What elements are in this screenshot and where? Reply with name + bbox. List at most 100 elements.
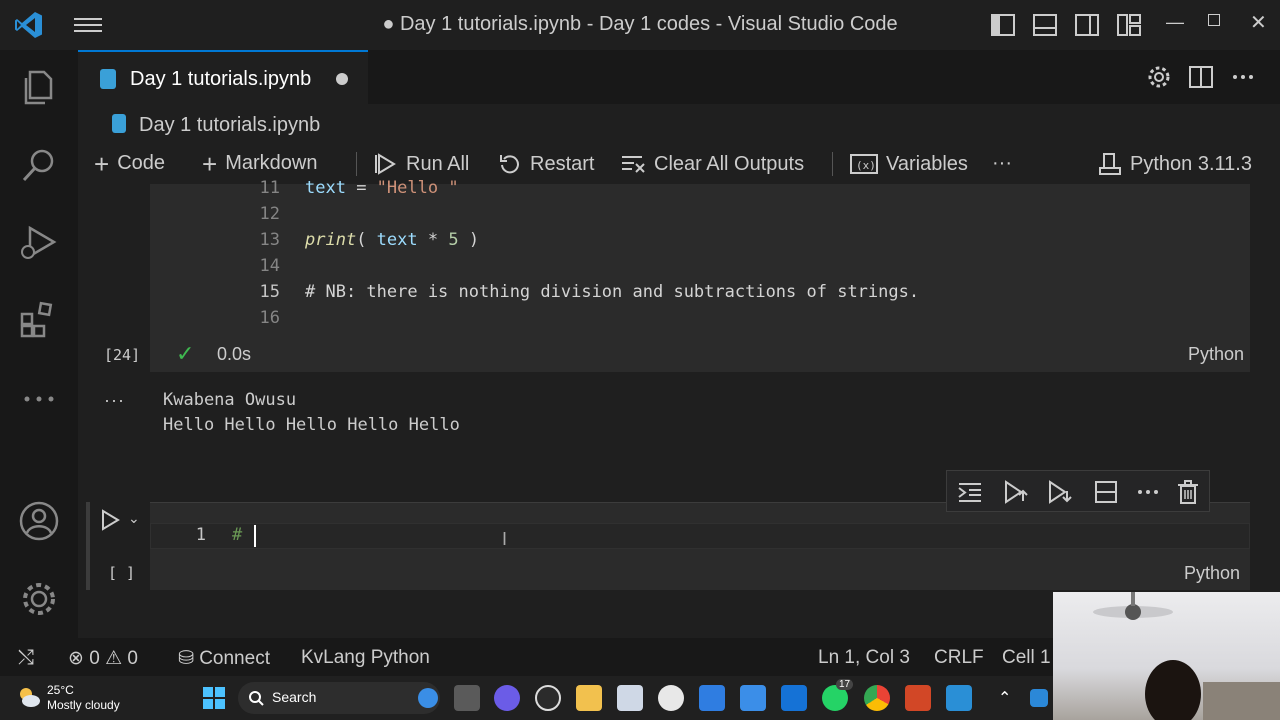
code-line[interactable]: print( text * 5 ) bbox=[305, 230, 479, 250]
restart-icon bbox=[500, 155, 519, 174]
svg-text:(x): (x) bbox=[856, 159, 876, 172]
show-hidden-icons-chevron[interactable]: ⌃ bbox=[998, 688, 1011, 708]
file-explorer-icon[interactable] bbox=[576, 685, 602, 711]
execute-above-icon[interactable] bbox=[957, 479, 983, 505]
chrome-icon[interactable] bbox=[864, 685, 890, 711]
unsaved-dot-icon[interactable] bbox=[336, 73, 348, 85]
execution-duration: 0.0s bbox=[217, 344, 252, 364]
clear-all-icon bbox=[622, 156, 645, 173]
line-number: 13 bbox=[259, 230, 280, 250]
toggle-secondary-sidebar-icon[interactable] bbox=[1074, 12, 1100, 38]
breadcrumb-item[interactable]: Day 1 tutorials.ipynb bbox=[139, 114, 320, 137]
line-number: 16 bbox=[259, 308, 280, 328]
current-line-highlight bbox=[150, 523, 1250, 549]
line-number: 1 bbox=[195, 525, 206, 545]
kernel-picker[interactable]: Python 3.11.3 bbox=[1098, 152, 1252, 176]
calendar-icon[interactable] bbox=[740, 685, 766, 711]
cell-language-picker[interactable]: Python bbox=[1188, 344, 1244, 365]
close-window-button[interactable]: ✕ bbox=[1250, 10, 1267, 35]
output-actions-button[interactable]: ··· bbox=[104, 390, 125, 411]
code-cell[interactable]: 11 text = "Hello " 12 13 print( text * 5… bbox=[150, 178, 1250, 372]
run-and-debug-icon[interactable] bbox=[18, 222, 60, 264]
notebook-file-icon bbox=[112, 114, 126, 133]
code-cell-active[interactable]: 1 # I Python bbox=[150, 502, 1250, 590]
problems-indicator[interactable]: ⊗ 0 ⚠ 0 bbox=[68, 647, 138, 670]
webcam-overlay bbox=[1053, 592, 1280, 720]
weather-temperature: 25°C bbox=[47, 683, 74, 697]
windows-start-icon[interactable] bbox=[202, 686, 226, 710]
code-line[interactable]: text = "Hello " bbox=[305, 178, 459, 198]
calculator-icon[interactable] bbox=[617, 685, 643, 711]
notebook-editor: 11 text = "Hello " 12 13 print( text * 5… bbox=[78, 178, 1280, 638]
settings-gear-icon[interactable] bbox=[1146, 64, 1172, 90]
run-all-button[interactable]: Run All bbox=[374, 152, 469, 176]
error-icon: ⊗ bbox=[68, 648, 84, 669]
toolbar-divider bbox=[832, 152, 833, 176]
breadcrumb: Day 1 tutorials.ipynb bbox=[78, 104, 1280, 144]
title-bar: ● Day 1 tutorials.ipynb - Day 1 codes - … bbox=[0, 0, 1280, 50]
teams-icon[interactable] bbox=[494, 685, 520, 711]
variables-button[interactable]: (x) Variables bbox=[850, 152, 968, 176]
end-of-line[interactable]: CRLF bbox=[934, 647, 984, 669]
defender-shield-icon[interactable] bbox=[1030, 689, 1048, 707]
add-code-cell-button[interactable]: + Code bbox=[94, 148, 165, 179]
bing-icon bbox=[418, 688, 438, 708]
notebook-file-icon bbox=[100, 69, 116, 89]
run-all-icon bbox=[375, 153, 396, 175]
execution-count: [24] bbox=[104, 346, 141, 364]
remote-indicator-icon[interactable]: ⤭ bbox=[18, 647, 34, 670]
execute-cell-and-below-icon[interactable] bbox=[1047, 479, 1073, 505]
more-notebook-actions-button[interactable]: ··· bbox=[992, 152, 1012, 175]
run-cell-icon[interactable] bbox=[98, 508, 122, 532]
split-editor-icon[interactable] bbox=[1188, 64, 1214, 90]
todo-icon[interactable] bbox=[699, 685, 725, 711]
search-icon[interactable] bbox=[18, 144, 60, 186]
task-view-icon[interactable] bbox=[454, 685, 480, 711]
maximize-button[interactable] bbox=[1208, 14, 1220, 26]
outlook-icon[interactable] bbox=[781, 685, 807, 711]
restart-kernel-button[interactable]: Restart bbox=[498, 152, 594, 176]
output-line: Hello Hello Hello Hello Hello bbox=[163, 415, 460, 435]
accounts-icon[interactable] bbox=[18, 500, 60, 542]
toggle-panel-icon[interactable] bbox=[1032, 12, 1058, 38]
code-line[interactable]: # bbox=[232, 525, 242, 545]
add-markdown-cell-button[interactable]: + Markdown bbox=[202, 148, 317, 179]
extensions-icon[interactable] bbox=[18, 300, 60, 342]
customize-layout-icon[interactable] bbox=[1116, 12, 1142, 38]
cursor-position[interactable]: Ln 1, Col 3 bbox=[818, 647, 910, 669]
explorer-icon[interactable] bbox=[18, 66, 60, 108]
powerpoint-icon[interactable] bbox=[905, 685, 931, 711]
weather-cloud-icon[interactable] bbox=[16, 684, 42, 710]
delete-cell-icon[interactable] bbox=[1175, 479, 1201, 505]
weather-description: Mostly cloudy bbox=[47, 698, 120, 712]
more-views-icon[interactable] bbox=[18, 378, 60, 420]
more-cell-actions-icon[interactable] bbox=[1135, 479, 1161, 505]
split-cell-icon[interactable] bbox=[1093, 479, 1119, 505]
more-actions-icon[interactable] bbox=[1230, 64, 1256, 90]
manage-gear-icon[interactable] bbox=[18, 578, 60, 620]
activity-bar bbox=[0, 50, 78, 638]
webcam-presenter-image bbox=[1053, 592, 1280, 720]
connect-button[interactable]: ⛁ Connect bbox=[178, 647, 270, 670]
toggle-primary-sidebar-icon[interactable] bbox=[990, 12, 1016, 38]
whatsapp-icon[interactable]: 17 bbox=[822, 679, 854, 711]
editor-tab-bar: Day 1 tutorials.ipynb bbox=[78, 50, 1280, 104]
clock-icon[interactable] bbox=[658, 685, 684, 711]
notification-badge: 17 bbox=[836, 679, 854, 690]
plus-icon: + bbox=[202, 148, 218, 179]
cell-indicator[interactable]: Cell 1 bbox=[1002, 647, 1051, 669]
toolbar-divider bbox=[356, 152, 357, 176]
chevron-down-icon[interactable]: ⌄ bbox=[128, 510, 140, 527]
code-line[interactable]: # NB: there is nothing division and subt… bbox=[305, 282, 919, 302]
cell-language-picker[interactable]: Python bbox=[1184, 563, 1240, 584]
cell-toolbar bbox=[946, 470, 1210, 512]
plus-icon: + bbox=[94, 148, 110, 179]
minimize-button[interactable]: — bbox=[1166, 12, 1184, 33]
clear-all-outputs-button[interactable]: Clear All Outputs bbox=[620, 152, 804, 176]
taskbar-search[interactable]: Search bbox=[238, 682, 440, 714]
execute-cell-and-above-icon[interactable] bbox=[1003, 479, 1029, 505]
language-mode[interactable]: KvLang Python bbox=[301, 647, 430, 669]
media-player-icon[interactable] bbox=[535, 685, 561, 711]
tab-day1-tutorials[interactable]: Day 1 tutorials.ipynb bbox=[78, 50, 368, 104]
vscode-taskbar-icon[interactable] bbox=[946, 685, 972, 711]
